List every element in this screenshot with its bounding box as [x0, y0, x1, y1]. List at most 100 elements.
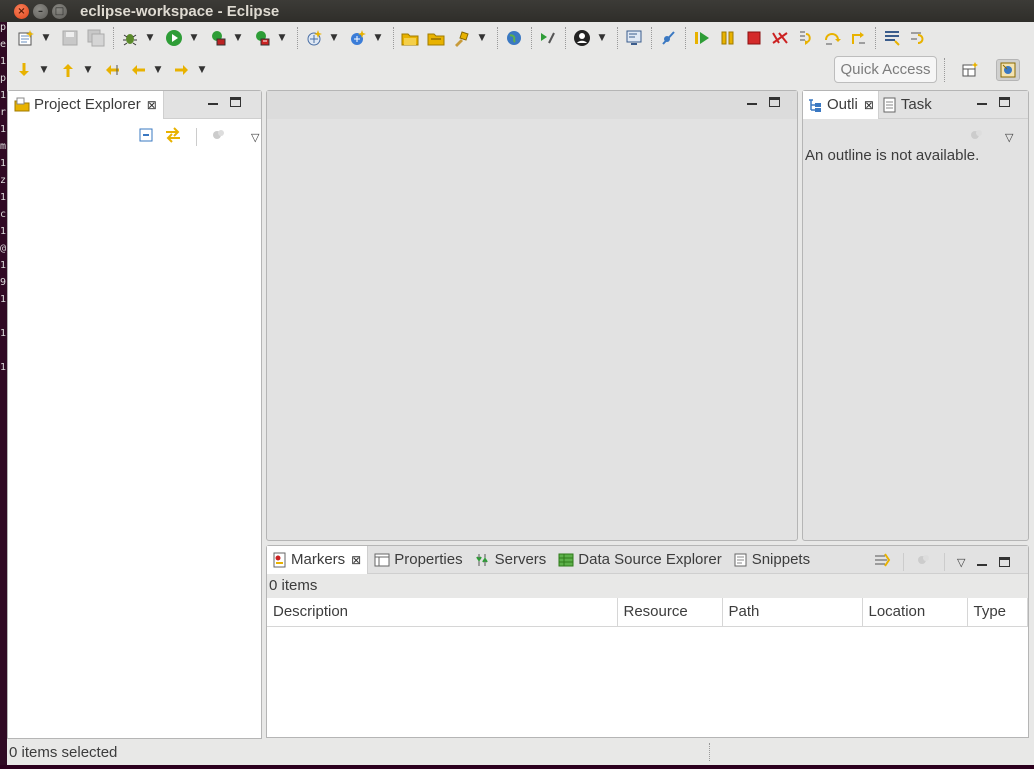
view-menu-chevron-icon[interactable]: ▽ [251, 131, 259, 144]
new-web-service-dropdown-chevron-icon[interactable]: ▼ [373, 33, 383, 43]
column-header-path[interactable]: Path [722, 598, 863, 627]
quick-access-field[interactable]: Quick Access [834, 56, 937, 83]
minimize-icon[interactable] [747, 95, 757, 105]
focus-on-workspace-icon[interactable] [211, 127, 227, 147]
terminal-char: 1 [0, 294, 7, 305]
column-header-description[interactable]: Description [267, 598, 618, 627]
column-header-type[interactable]: Type [967, 598, 1028, 627]
coverage-dropdown-chevron-icon[interactable]: ▼ [233, 33, 243, 43]
previous-annotation-dropdown-chevron-icon[interactable]: ▼ [83, 65, 93, 75]
toggle-mark-occurrences-icon[interactable] [881, 27, 903, 49]
bottom-panel: Markers ⊠ Properties Servers Data Source… [266, 545, 1029, 738]
minimize-icon[interactable] [977, 95, 987, 105]
tab-project-explorer[interactable]: Project Explorer ⊠ [8, 90, 164, 119]
console-icon[interactable] [623, 27, 645, 49]
step-into-icon[interactable] [795, 27, 817, 49]
save-icon[interactable] [59, 27, 81, 49]
terminal-char: 1 [0, 56, 7, 67]
maximize-icon[interactable] [999, 557, 1011, 567]
debug-dropdown-chevron-icon[interactable]: ▼ [145, 33, 155, 43]
new-wizard-icon[interactable] [15, 27, 37, 49]
next-annotation-dropdown-chevron-icon[interactable]: ▼ [39, 65, 49, 75]
outline-toolbar: ▽ [969, 127, 1013, 147]
new-dropdown-chevron-icon[interactable]: ▼ [41, 33, 51, 43]
run-dropdown-chevron-icon[interactable]: ▼ [189, 33, 199, 43]
view-menu-chevron-icon[interactable]: ▽ [957, 556, 965, 569]
terminal-char: c [0, 209, 7, 220]
collapse-all-icon[interactable] [138, 127, 154, 147]
run-to-line-icon[interactable] [537, 27, 559, 49]
back-icon[interactable] [127, 59, 149, 81]
java-ee-perspective-icon [1000, 62, 1016, 78]
open-task-icon[interactable] [425, 27, 447, 49]
terminal-char: r [0, 107, 7, 118]
eclipse-window: ▼ ▼ ▼ ▼ ▼ ▼ ▼ ▼ ▼ ▼ ▼ ▼ ▼ Quick Access P… [7, 22, 1034, 765]
tab-snippets[interactable]: Snippets [728, 546, 816, 574]
link-with-editor-icon[interactable] [164, 127, 182, 147]
forward-dropdown-chevron-icon[interactable]: ▼ [197, 65, 207, 75]
maximize-icon[interactable] [230, 97, 241, 107]
column-header-location[interactable]: Location [862, 598, 968, 627]
markers-table: Description Resource Path Location Type [267, 598, 1028, 627]
last-edit-location-icon[interactable] [101, 59, 123, 81]
new-web-service-icon[interactable] [347, 27, 369, 49]
status-bar: 0 items selected [7, 739, 1034, 765]
open-perspective-button[interactable] [958, 59, 982, 81]
skip-breakpoints-icon[interactable] [657, 27, 679, 49]
minimize-window-button[interactable]: – [33, 4, 48, 19]
step-over-icon[interactable] [821, 27, 843, 49]
task-list-icon [883, 97, 897, 113]
java-ee-perspective-button[interactable] [996, 59, 1020, 81]
next-annotation-icon[interactable] [13, 59, 35, 81]
profile-icon[interactable] [571, 27, 593, 49]
browser-icon[interactable] [503, 27, 525, 49]
suspend-icon[interactable] [717, 27, 739, 49]
save-all-icon[interactable] [85, 27, 107, 49]
step-return-icon[interactable] [847, 27, 869, 49]
close-tab-icon[interactable]: ⊠ [147, 98, 157, 112]
resume-icon[interactable] [691, 27, 713, 49]
tab-task-list[interactable]: Task [879, 91, 936, 119]
open-resource-dropdown-chevron-icon[interactable]: ▼ [477, 33, 487, 43]
configure-contents-icon[interactable] [873, 552, 891, 572]
toolbar-separator [393, 27, 394, 49]
coverage-icon[interactable] [207, 27, 229, 49]
tab-data-source-explorer[interactable]: Data Source Explorer [552, 546, 727, 574]
maximize-window-button[interactable]: □ [52, 4, 67, 19]
editor-area [266, 90, 798, 541]
external-tools-dropdown-chevron-icon[interactable]: ▼ [277, 33, 287, 43]
servers-icon [475, 552, 491, 568]
tab-label: Outli [827, 96, 858, 113]
open-type-icon[interactable] [399, 27, 421, 49]
tab-markers[interactable]: Markers ⊠ [267, 545, 369, 574]
minimize-icon[interactable] [208, 95, 218, 105]
minimize-icon[interactable] [977, 556, 988, 566]
view-menu-chevron-icon[interactable]: ▽ [1005, 131, 1013, 144]
tab-properties[interactable]: Properties [368, 546, 468, 574]
new-server-dropdown-chevron-icon[interactable]: ▼ [329, 33, 339, 43]
close-tab-icon[interactable]: ⊠ [351, 553, 361, 567]
new-server-icon[interactable] [303, 27, 325, 49]
forward-icon[interactable] [171, 59, 193, 81]
run-icon[interactable] [163, 27, 185, 49]
terminate-icon[interactable] [743, 27, 765, 49]
close-tab-icon[interactable]: ⊠ [864, 98, 874, 112]
column-header-resource[interactable]: Resource [617, 598, 723, 627]
open-resource-icon[interactable] [451, 27, 473, 49]
previous-annotation-icon[interactable] [57, 59, 79, 81]
back-dropdown-chevron-icon[interactable]: ▼ [153, 65, 163, 75]
external-tools-icon[interactable] [251, 27, 273, 49]
maximize-icon[interactable] [769, 97, 780, 107]
terminal-char: 1 [0, 192, 7, 203]
focus-on-active-task-icon[interactable] [969, 127, 985, 147]
tab-outline[interactable]: Outli ⊠ [803, 90, 879, 119]
profile-dropdown-chevron-icon[interactable]: ▼ [597, 33, 607, 43]
focus-on-active-task-icon[interactable] [916, 552, 932, 572]
main-toolbar: ▼ ▼ ▼ ▼ ▼ ▼ ▼ ▼ ▼ [7, 23, 1034, 53]
maximize-icon[interactable] [999, 97, 1010, 107]
drop-to-frame-icon[interactable] [907, 27, 929, 49]
debug-icon[interactable] [119, 27, 141, 49]
close-window-button[interactable]: × [14, 4, 29, 19]
disconnect-icon[interactable] [769, 27, 791, 49]
tab-servers[interactable]: Servers [469, 546, 553, 574]
